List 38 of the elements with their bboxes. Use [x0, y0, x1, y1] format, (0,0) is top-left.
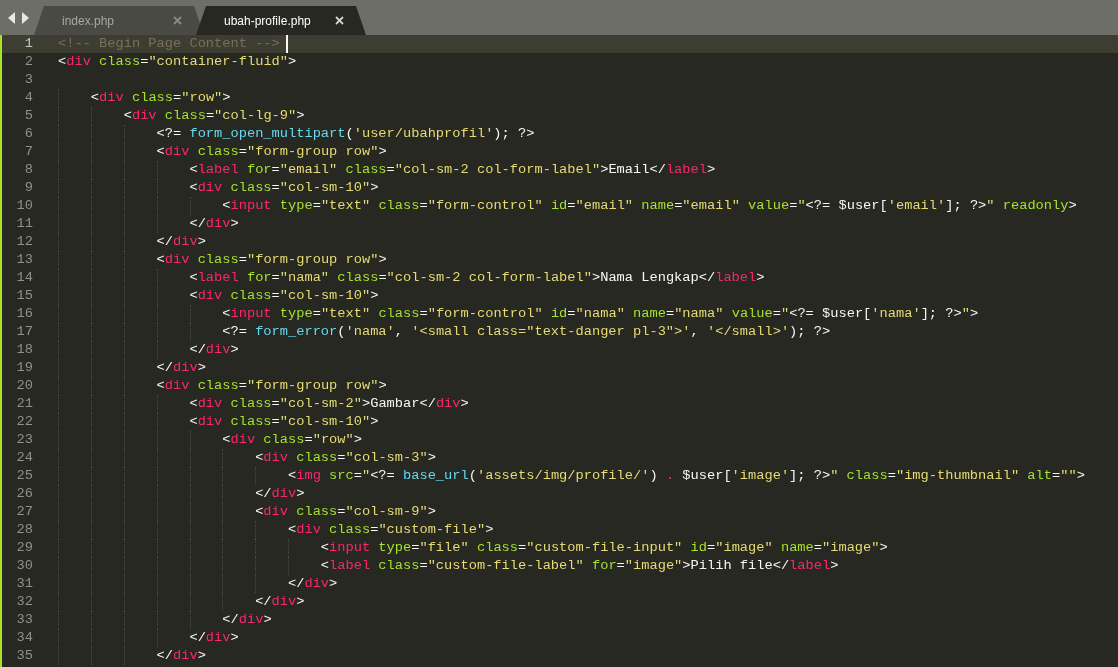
code-line: <div class="col-lg-9"> — [122, 107, 305, 125]
code-line: </div> — [287, 575, 338, 593]
code-line: <div class="custom-file"> — [287, 521, 494, 539]
code-line: <div class="col-sm-2">Gambar</div> — [188, 395, 469, 413]
code-line: </div> — [254, 485, 305, 503]
code-line: </div> — [155, 647, 206, 665]
code-line: <label for="email" class="col-sm-2 col-form-label">Email</label> — [188, 161, 716, 179]
code-line: <input type="text" class="form-control" id="email" name="email" value="<?= $user['email']; ?>" readonly> — [221, 197, 1077, 215]
code-line: <div class="form-group row"> — [155, 143, 387, 161]
close-icon[interactable] — [335, 16, 344, 25]
file-tab[interactable]: ubah-profile.php — [196, 6, 366, 35]
code-line: </div> — [221, 611, 272, 629]
code-line: </div> — [155, 359, 206, 377]
code-line: <label class="custom-file-label" for="image">Pilih file</label> — [319, 557, 839, 575]
code-line: <?= form_open_multipart('user/ubahprofil'); ?> — [155, 125, 535, 143]
code-line: </div> — [254, 593, 305, 611]
code-line: <img src="<?= base_url('assets/img/profile/') . $user['image']; ?>" class="img-thumbnail" alt=""> — [287, 467, 1085, 485]
code-line: <div class="col-sm-10"> — [188, 179, 379, 197]
code-line: <label for="nama" class="col-sm-2 col-form-label">Nama Lengkap</label> — [188, 269, 765, 287]
code-line: <div class="col-sm-9"> — [254, 503, 436, 521]
code-line: <div class="form-group row"> — [155, 377, 387, 395]
text-cursor — [285, 35, 288, 53]
code-line: </div> — [188, 629, 239, 647]
code-editor[interactable] — [0, 35, 1118, 667]
code-line: <div class="col-sm-10"> — [188, 287, 379, 305]
code-line: <div class="container-fluid"> — [58, 53, 297, 71]
navigation-arrows-icon[interactable] — [8, 11, 30, 24]
code-line: <div class="form-group row"> — [155, 251, 387, 269]
code-line: <div class="col-sm-10"> — [188, 413, 379, 431]
code-line: <div class="col-sm-3"> — [254, 449, 436, 467]
code-line: <input type="text" class="form-control" id="nama" name="nama" value="<?= $user['nama']; ?>"> — [221, 305, 979, 323]
code-line: </div> — [188, 341, 239, 359]
code-line: </div> — [155, 233, 206, 251]
code-line: <input type="file" class="custom-file-input" id="image" name="image"> — [319, 539, 888, 557]
code-line: </div> — [188, 215, 239, 233]
code-line: <?= form_error('nama', '<small class="text-danger pl-3">', '</small>'); ?> — [221, 323, 831, 341]
code-line: <div class="row"> — [89, 89, 231, 107]
code-line: <div class="row"> — [221, 431, 362, 449]
